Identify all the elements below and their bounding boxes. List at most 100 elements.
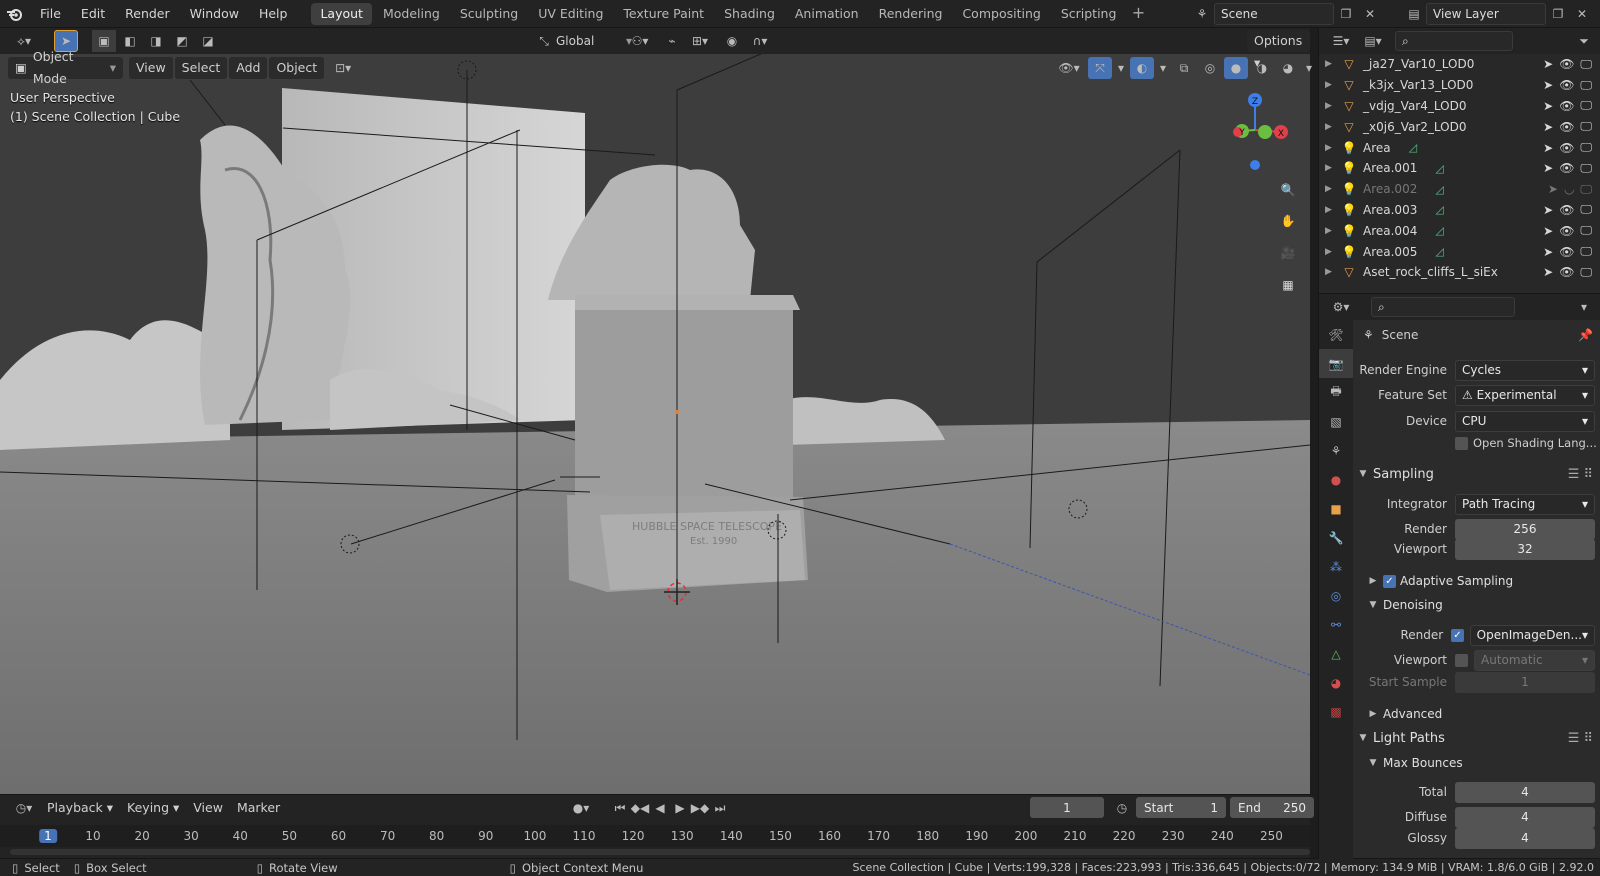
outliner-item[interactable]: ▶ 💡 Area ◿ ➤ 👁 🖵: [1319, 137, 1600, 158]
expand-arrow-icon[interactable]: ▶: [1325, 205, 1339, 215]
scene-icon[interactable]: ⚘: [1190, 3, 1214, 25]
visibility-eye-icon[interactable]: 👁: [1559, 245, 1574, 259]
3d-viewport[interactable]: HUBBLE SPACE TELESCOPE Est. 1990: [0, 54, 1310, 794]
denoise-render-dropdown[interactable]: OpenImageDen... ▾: [1469, 624, 1595, 646]
view-layer-field[interactable]: View Layer: [1426, 3, 1546, 25]
menu-keying[interactable]: Keying ▾: [120, 797, 186, 819]
menu-view[interactable]: View: [129, 57, 173, 79]
expand-arrow-icon[interactable]: ▶: [1325, 80, 1339, 90]
tab-compositing[interactable]: Compositing: [953, 3, 1049, 25]
tab-layout[interactable]: Layout: [311, 2, 372, 25]
add-workspace-icon[interactable]: +: [1127, 3, 1149, 25]
expand-arrow-icon[interactable]: ▶: [1325, 163, 1339, 173]
snap-target-icon[interactable]: ⊞▾: [684, 30, 716, 52]
filter-icon[interactable]: ⏷: [1572, 30, 1596, 52]
visibility-eye-icon[interactable]: 👁: [1559, 161, 1574, 175]
select-intersect-icon[interactable]: ◪: [196, 30, 220, 52]
mode-dropdown[interactable]: ▣ Object Mode ▾: [8, 49, 123, 86]
outliner-item[interactable]: ▶ ▽ _x0j6_Var2_LOD0 ➤ 👁 🖵: [1319, 116, 1600, 137]
selectable-toggle-icon[interactable]: ➤: [1543, 120, 1553, 134]
menu-file[interactable]: File: [30, 0, 71, 28]
outliner-item[interactable]: ▶ 💡 Area.004 ◿ ➤ 👁 🖵: [1319, 220, 1600, 241]
properties-options-icon[interactable]: ▾: [1572, 296, 1596, 318]
transform-affect-icon[interactable]: ⊡▾: [328, 57, 358, 79]
tab-animation[interactable]: Animation: [786, 3, 868, 25]
render-toggle-icon[interactable]: 🖵: [1580, 202, 1592, 217]
view-layer-icon[interactable]: ▤: [1402, 3, 1426, 25]
properties-editor-icon[interactable]: ⚙▾: [1325, 296, 1357, 318]
tab-data[interactable]: △: [1319, 639, 1353, 668]
rendered-shading-icon[interactable]: ◕: [1276, 57, 1300, 79]
menu-object[interactable]: Object: [269, 57, 325, 79]
start-frame-field[interactable]: Start 1: [1136, 797, 1226, 818]
outliner-editor-icon[interactable]: ☰▾: [1325, 30, 1357, 52]
selectable-toggle-icon[interactable]: ➤: [1543, 245, 1553, 259]
adaptive-sampling-checkbox[interactable]: ✓: [1383, 574, 1396, 588]
tab-view-layer[interactable]: ▧: [1319, 407, 1353, 436]
camera-view-icon[interactable]: 🎥: [1274, 239, 1302, 267]
menu-edit[interactable]: Edit: [71, 0, 115, 28]
osl-checkbox[interactable]: [1455, 436, 1468, 450]
denoise-viewport-dropdown[interactable]: Automatic ▾: [1474, 649, 1595, 671]
select-invert-icon[interactable]: ◩: [170, 30, 194, 52]
outliner-item[interactable]: ▶ ▽ _ja27_Var10_LOD0 ➤ 👁 🖵: [1319, 54, 1600, 75]
visibility-eye-icon[interactable]: 👁: [1559, 203, 1574, 217]
integrator-dropdown[interactable]: Path Tracing ▾: [1455, 493, 1595, 515]
options-dropdown[interactable]: Options ▾: [1247, 30, 1310, 70]
overlay-dropdown-icon[interactable]: ▾: [1156, 57, 1170, 79]
tab-modifiers[interactable]: 🔧: [1319, 523, 1353, 552]
visibility-eye-icon[interactable]: 👁: [1559, 141, 1574, 155]
current-frame-field[interactable]: 1: [1030, 797, 1104, 818]
visibility-eye-icon[interactable]: 👁: [1559, 120, 1574, 134]
menu-render[interactable]: Render: [115, 0, 180, 28]
outliner-item[interactable]: ▶ 💡 Area.002 ◿ ➤ ◡ 🖵: [1319, 179, 1600, 200]
transform-orientation[interactable]: ⤡ Global ▾: [532, 30, 632, 52]
tab-output[interactable]: 🖶: [1319, 378, 1353, 407]
render-toggle-icon[interactable]: 🖵: [1580, 119, 1592, 134]
tab-scene[interactable]: ⚘: [1319, 436, 1353, 465]
overlay-toggle-icon[interactable]: ◐: [1130, 57, 1154, 79]
sampling-panel-header[interactable]: ▼ Sampling ☰ ⠿: [1353, 462, 1600, 486]
jump-start-icon[interactable]: ⏮: [610, 797, 630, 819]
selectable-toggle-icon[interactable]: ➤: [1543, 224, 1553, 238]
expand-arrow-icon[interactable]: ▶: [1325, 184, 1339, 194]
tab-constraints[interactable]: ⚯: [1319, 610, 1353, 639]
selectable-toggle-icon[interactable]: ➤: [1543, 78, 1553, 92]
render-toggle-icon[interactable]: 🖵: [1580, 244, 1592, 259]
pan-hand-icon[interactable]: ✋: [1274, 207, 1302, 235]
expand-arrow-icon[interactable]: ▶: [1325, 59, 1339, 69]
select-subtract-icon[interactable]: ◨: [144, 30, 168, 52]
render-toggle-icon[interactable]: 🖵: [1580, 161, 1592, 176]
presets-icon[interactable]: ☰ ⠿: [1568, 467, 1593, 482]
expand-arrow-icon[interactable]: ▶: [1325, 101, 1339, 111]
denoise-render-checkbox[interactable]: ✓: [1451, 628, 1464, 642]
menu-add[interactable]: Add: [229, 57, 268, 79]
visibility-eye-icon[interactable]: 👁: [1559, 99, 1574, 113]
ortho-grid-icon[interactable]: ▦: [1274, 271, 1302, 299]
shading-dropdown-icon[interactable]: ▾: [1302, 57, 1316, 79]
select-extend-icon[interactable]: ◧: [118, 30, 142, 52]
selectable-toggle-icon[interactable]: ➤: [1543, 161, 1553, 175]
selectable-toggle-icon[interactable]: ➤: [1548, 182, 1558, 196]
expand-arrow-icon[interactable]: ▶: [1325, 267, 1339, 277]
outliner-item[interactable]: ▶ 💡 Area.003 ◿ ➤ 👁 🖵: [1319, 200, 1600, 221]
render-engine-dropdown[interactable]: Cycles ▾: [1455, 359, 1595, 381]
render-toggle-icon[interactable]: 🖵: [1580, 140, 1592, 155]
outliner-item[interactable]: ▶ 💡 Area.005 ◿ ➤ 👁 🖵: [1319, 241, 1600, 262]
tab-render[interactable]: 📷: [1319, 349, 1353, 378]
tab-physics[interactable]: ◎: [1319, 581, 1353, 610]
jump-end-icon[interactable]: ⏭: [710, 797, 730, 819]
render-samples-field[interactable]: 256: [1455, 518, 1595, 540]
tab-tool[interactable]: 🛠: [1319, 320, 1353, 349]
outliner-item[interactable]: ▶ 💡 Area.001 ◿ ➤ 👁 🖵: [1319, 158, 1600, 179]
device-dropdown[interactable]: CPU ▾: [1455, 410, 1595, 432]
tab-uv-editing[interactable]: UV Editing: [529, 3, 612, 25]
timeline-editor-icon[interactable]: ◷▾: [8, 797, 40, 819]
tab-shading[interactable]: Shading: [715, 3, 784, 25]
pin-icon[interactable]: 📌: [1578, 328, 1593, 342]
pivot-point-icon[interactable]: ⚇▾: [624, 30, 656, 52]
preview-range-icon[interactable]: ◷: [1110, 797, 1134, 819]
menu-marker[interactable]: Marker: [230, 797, 287, 819]
display-mode-icon[interactable]: ▤▾: [1357, 30, 1389, 52]
gizmo-toggle-icon[interactable]: ⤧: [1088, 57, 1112, 79]
